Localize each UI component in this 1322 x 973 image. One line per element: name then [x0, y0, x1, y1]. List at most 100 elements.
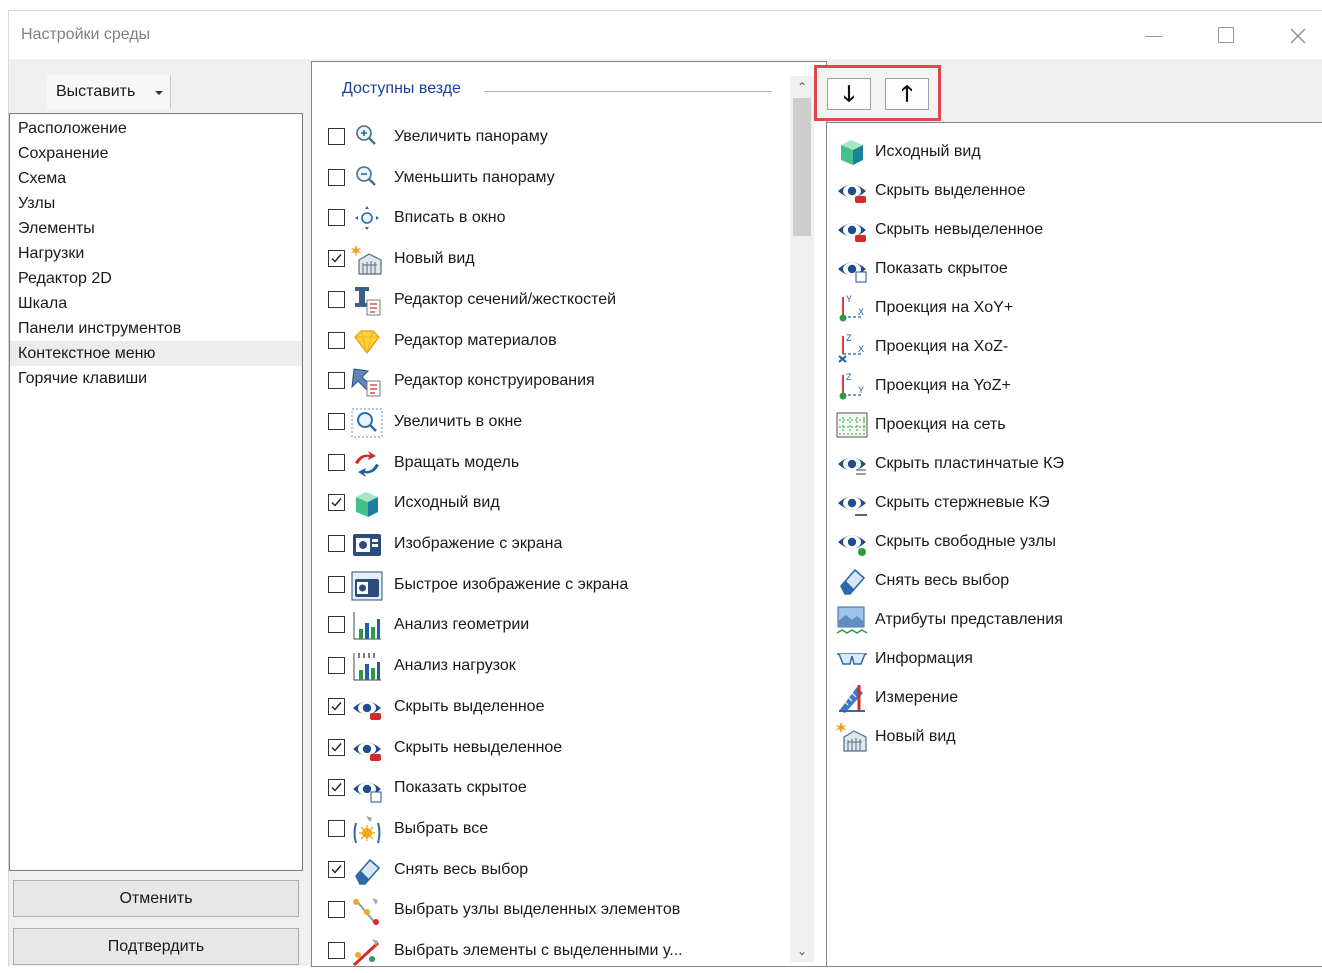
command-row[interactable]: Скрыть выделенное [328, 691, 788, 727]
command-row[interactable]: Снять весь выбор [328, 854, 788, 890]
command-checkbox[interactable] [328, 250, 345, 268]
cube-icon [350, 487, 384, 521]
minimize-button[interactable] [1131, 21, 1177, 51]
menu-item-row[interactable]: Y X Проекция на XoY+ [835, 291, 1305, 325]
insert-dropdown-button[interactable]: Выставить [47, 75, 171, 109]
menu-item-row[interactable]: Показать скрытое [835, 252, 1305, 286]
menu-item-row[interactable]: Скрыть невыделенное [835, 213, 1305, 247]
category-item[interactable]: Горячие клавиши [10, 366, 302, 391]
category-item[interactable]: Элементы [10, 216, 302, 241]
menu-item-row[interactable]: Скрыть стержневые КЭ [835, 486, 1305, 520]
command-row[interactable]: Выбрать узлы выделенных элементов [328, 894, 788, 930]
category-item[interactable]: Панели инструментов [10, 316, 302, 341]
confirm-button[interactable]: Подтвердить [13, 928, 299, 965]
command-checkbox[interactable] [328, 535, 345, 552]
command-row[interactable]: Редактор конструирования [328, 365, 788, 401]
vertical-scrollbar[interactable]: ⌃ ⌄ [790, 76, 814, 962]
menu-item-row[interactable]: Снять весь выбор [835, 564, 1305, 598]
menu-item-label: Проекция на XoZ- [875, 338, 1009, 355]
menu-item-row[interactable]: Скрыть пластинчатые КЭ [835, 447, 1305, 481]
menu-item-row[interactable]: Атрибуты представления [835, 603, 1305, 637]
command-checkbox[interactable] [328, 209, 345, 227]
command-label: Анализ геометрии [394, 616, 530, 634]
command-checkbox[interactable] [328, 453, 345, 471]
command-checkbox[interactable] [328, 738, 345, 756]
command-checkbox[interactable] [328, 128, 345, 145]
command-row[interactable]: Выбрать все [328, 813, 788, 849]
category-item[interactable]: Узлы [10, 191, 302, 216]
scroll-thumb[interactable] [793, 98, 811, 236]
menu-item-row[interactable]: Исходный вид [835, 135, 1305, 169]
command-row[interactable]: Вписать в окно [328, 202, 788, 238]
menu-item-row[interactable]: Измерение [835, 681, 1305, 715]
available-commands-panel: Доступны везде ⌃ ⌄ Увеличить панораму Уме… [311, 61, 827, 967]
command-row[interactable]: Исходный вид [328, 487, 788, 523]
command-row[interactable]: Анализ нагрузок [328, 650, 788, 686]
move-up-button[interactable]: 🡑 [885, 78, 929, 110]
projection-xoy-icon: YX [835, 291, 869, 325]
menu-item-row[interactable]: Проекция на сеть [835, 408, 1305, 442]
close-button[interactable] [1275, 21, 1321, 51]
category-item[interactable]: Нагрузки [10, 241, 302, 266]
cancel-button[interactable]: Отменить [13, 880, 299, 917]
command-checkbox[interactable] [328, 290, 345, 308]
command-checkbox[interactable] [328, 331, 345, 349]
quick-screenshot-icon [350, 569, 384, 603]
command-label: Вращать модель [394, 453, 520, 471]
menu-item-row[interactable]: Z Y Проекция на YoZ+ [835, 369, 1305, 403]
command-checkbox[interactable] [328, 657, 345, 675]
command-label: Снять весь выбор [394, 860, 529, 878]
window-title: Настройки среды [21, 26, 151, 43]
category-item[interactable]: Схема [10, 166, 302, 191]
command-row[interactable]: Увеличить панораму [328, 121, 788, 157]
menu-item-row[interactable]: Информация [835, 642, 1305, 676]
eraser-icon [350, 854, 384, 888]
menu-item-row[interactable]: Z X Проекция на XoZ- [835, 330, 1305, 364]
menu-item-row[interactable]: Скрыть выделенное [835, 174, 1305, 208]
command-row[interactable]: Показать скрытое [328, 772, 788, 808]
command-row[interactable]: Анализ геометрии [328, 609, 788, 645]
command-checkbox[interactable] [328, 860, 345, 878]
command-row[interactable]: Скрыть невыделенное [328, 732, 788, 768]
category-item[interactable]: Сохранение [10, 141, 302, 166]
category-item[interactable]: Редактор 2D [10, 266, 302, 291]
command-checkbox[interactable] [328, 942, 345, 959]
move-down-button[interactable]: 🡓 [827, 78, 871, 110]
menu-item-row[interactable]: Скрыть свободные узлы [835, 525, 1305, 559]
command-row[interactable]: Быстрое изображение с экрана [328, 569, 788, 605]
category-item[interactable]: Шкала [10, 291, 302, 316]
command-label: Редактор сечений/жесткостей [394, 290, 617, 308]
command-checkbox[interactable] [328, 697, 345, 715]
context-menu-items-list[interactable]: Исходный вид Скрыть выделенное Скрыть невы… [826, 122, 1322, 967]
category-item[interactable]: Контекстное меню [10, 341, 302, 366]
command-label: Скрыть выделенное [394, 697, 545, 715]
category-item[interactable]: Расположение [10, 116, 302, 141]
command-row[interactable]: Редактор сечений/жесткостей [328, 284, 788, 320]
command-checkbox[interactable] [328, 575, 345, 593]
command-checkbox[interactable] [328, 901, 345, 919]
group-divider [484, 91, 772, 92]
command-label: Редактор конструирования [394, 372, 595, 390]
command-row[interactable]: Вращать модель [328, 447, 788, 483]
zoom-window-icon [350, 406, 384, 440]
scroll-down-icon[interactable]: ⌄ [790, 940, 814, 962]
command-checkbox[interactable] [328, 412, 345, 430]
scroll-up-icon[interactable]: ⌃ [790, 76, 814, 98]
settings-category-list[interactable]: Расположение Сохранение Схема Узлы Элементы Н… [9, 113, 303, 871]
command-row[interactable]: Увеличить в окне [328, 406, 788, 442]
command-row[interactable]: Изображение с экрана [328, 528, 788, 564]
command-row[interactable]: Редактор материалов [328, 325, 788, 361]
fit-window-icon [350, 202, 384, 236]
command-row[interactable]: Новый вид [328, 243, 788, 279]
projection-xoz-icon: ZX [835, 330, 869, 364]
command-checkbox[interactable] [328, 779, 345, 797]
command-checkbox[interactable] [328, 168, 345, 186]
command-checkbox[interactable] [328, 616, 345, 634]
maximize-button[interactable] [1203, 21, 1249, 51]
menu-item-label: Снять весь выбор [875, 572, 1010, 589]
command-checkbox[interactable] [328, 372, 345, 390]
command-checkbox[interactable] [328, 819, 345, 837]
menu-item-row[interactable]: Новый вид [835, 720, 1305, 754]
command-checkbox[interactable] [328, 494, 345, 512]
command-row[interactable]: Уменьшить панораму [328, 162, 788, 198]
